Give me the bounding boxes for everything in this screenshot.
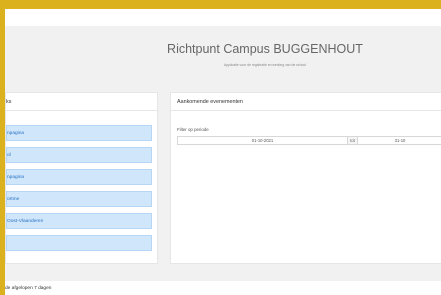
date-separator: tot	[348, 136, 357, 145]
events-panel-header: Aankomende evenementen	[171, 93, 441, 111]
link-button-startpagina[interactable]: npagina	[6, 125, 152, 141]
link-label: ortme	[7, 197, 20, 202]
links-panel-header: ks	[6, 93, 157, 111]
page-subtitle: Applicatie voor de registratie en werkin…	[224, 63, 306, 67]
links-list: npagina ol npagina ortme Oost-Vlaanderen	[6, 125, 152, 257]
links-panel: ks npagina ol npagina ortme Oost-Vlaande…	[5, 92, 158, 264]
link-label: Oost-Vlaanderen	[7, 219, 44, 224]
link-button-portal[interactable]: ortme	[6, 191, 152, 207]
link-button-school[interactable]: ol	[6, 147, 152, 163]
link-button-empty[interactable]	[6, 235, 152, 251]
link-label: npagina	[7, 175, 25, 180]
top-navbar	[5, 9, 441, 26]
recent-panel-title: de afgelopen 7 dagen	[5, 286, 52, 291]
link-button-homepagina[interactable]: npagina	[6, 169, 152, 185]
events-panel: Aankomende evenementen Filter op periode…	[170, 92, 441, 264]
links-panel-title: ks	[6, 99, 12, 105]
date-to-input[interactable]	[357, 136, 441, 145]
page-title: Richtpunt Campus BUGGENHOUT	[167, 42, 363, 56]
filter-label: Filter op periode	[177, 127, 209, 132]
recent-panel-header: de afgelopen 7 dagen	[5, 281, 441, 295]
events-panel-title: Aankomende evenementen	[177, 99, 243, 105]
link-label: npagina	[7, 131, 25, 136]
link-button-oost-vlaanderen[interactable]: Oost-Vlaanderen	[6, 213, 152, 229]
link-label: ol	[7, 153, 11, 158]
date-from-input[interactable]	[177, 136, 348, 145]
window-frame-top	[0, 0, 441, 9]
